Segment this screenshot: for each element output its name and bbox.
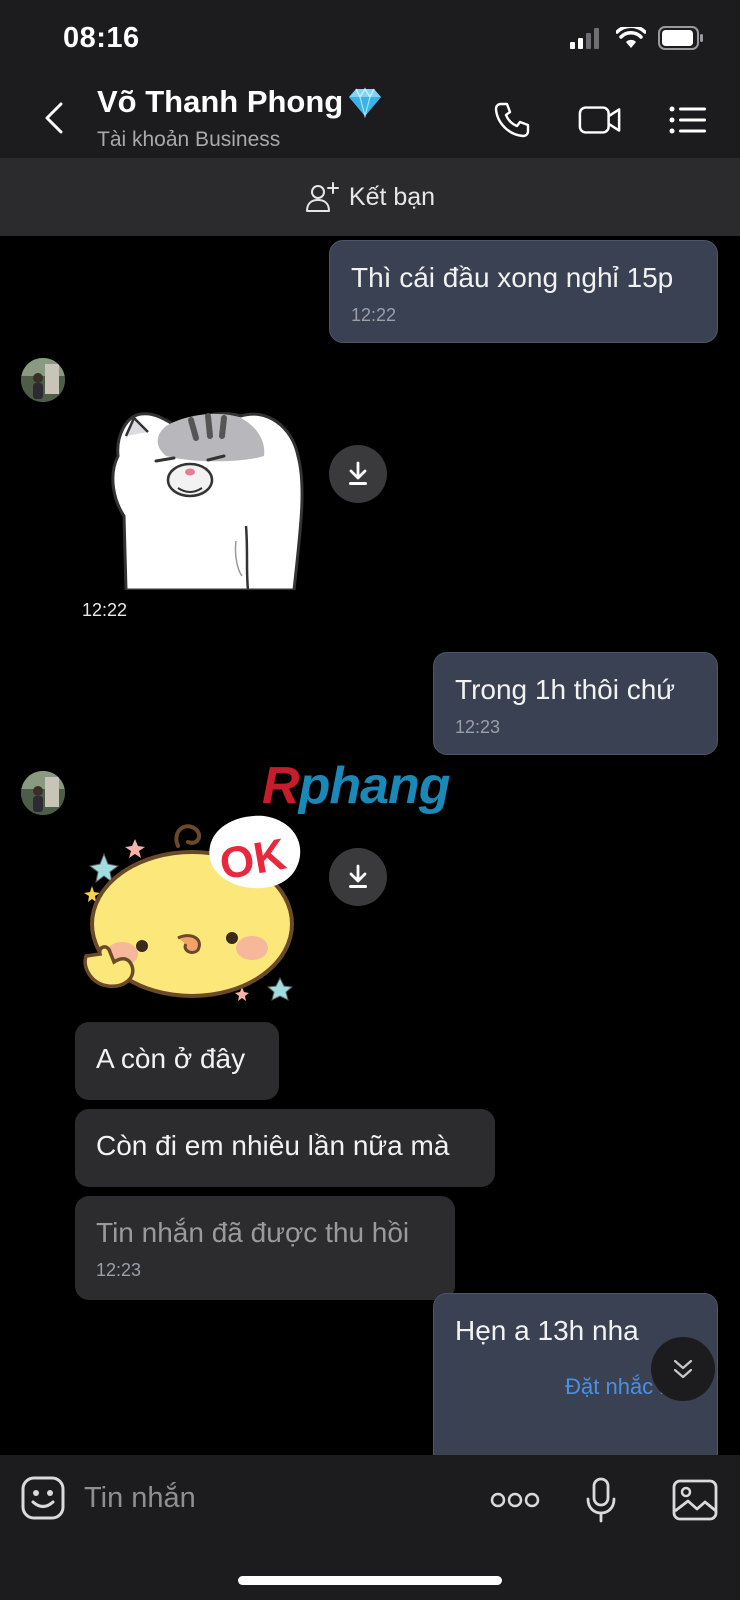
video-camera-icon [578, 106, 621, 134]
double-chevron-down-icon [673, 1359, 693, 1379]
diamond-icon [349, 87, 382, 118]
download-sticker-button[interactable] [329, 848, 387, 906]
message-list[interactable]: Thì cái đầu xong nghỉ 15p 12:22 12:22 Tr… [0, 236, 740, 1455]
message-text: A còn ở đây [96, 1043, 246, 1074]
message-input[interactable] [84, 1473, 464, 1523]
add-friend-label: Kết bạn [348, 182, 436, 211]
message-text: Trong 1h thôi chứ [455, 674, 676, 705]
contact-name: Võ Thanh Phong [97, 84, 344, 119]
send-image-button[interactable] [670, 1475, 720, 1525]
message-time: 12:23 [455, 717, 501, 737]
avatar-photo [21, 771, 65, 815]
message-text: Thì cái đầu xong nghỉ 15p [351, 262, 674, 293]
wifi-icon [616, 27, 646, 48]
contact-avatar[interactable] [21, 358, 65, 402]
message-text: Hẹn a 13h nha [455, 1315, 639, 1346]
status-icons [570, 26, 704, 50]
incoming-message[interactable]: A còn ở đây [75, 1022, 279, 1100]
battery-icon [658, 26, 703, 50]
more-options-button[interactable] [490, 1475, 540, 1525]
video-call-button[interactable] [578, 98, 622, 142]
more-horizontal-icon [490, 1492, 540, 1508]
message-input-bar [0, 1455, 740, 1600]
add-friend-icon [305, 182, 339, 212]
header-actions [490, 98, 710, 142]
message-text: Tin nhắn đã được thu hồi [96, 1217, 410, 1248]
chick-ok-sticker-image: OK [83, 815, 301, 1001]
download-icon [349, 461, 367, 485]
account-type-label: Tài khoản Business [97, 128, 281, 151]
chat-header: Võ Thanh Phong Tài khoản Business [0, 78, 740, 158]
voice-message-button[interactable] [576, 1475, 626, 1525]
outgoing-message[interactable]: Thì cái đầu xong nghỉ 15p 12:22 [329, 240, 718, 343]
cellular-signal-icon [570, 28, 599, 49]
recalled-message[interactable]: Tin nhắn đã được thu hồi 12:23 [75, 1196, 455, 1300]
message-text: Còn đi em nhiêu lần nữa mà [96, 1130, 450, 1161]
download-sticker-button[interactable] [329, 445, 387, 503]
emoji-sticker-button[interactable] [20, 1475, 66, 1521]
status-time: 08:16 [63, 22, 140, 54]
back-button[interactable] [36, 96, 72, 140]
cat-sticker-image [111, 412, 304, 590]
cat-sticker[interactable] [96, 406, 306, 590]
contact-avatar[interactable] [21, 771, 65, 815]
message-time: 12:22 [351, 305, 397, 325]
options-menu-button[interactable] [666, 98, 710, 142]
incoming-message[interactable]: Còn đi em nhiêu lần nữa mà [75, 1109, 495, 1187]
home-indicator[interactable] [238, 1576, 502, 1585]
outgoing-message[interactable]: Trong 1h thôi chứ 12:23 [433, 652, 718, 755]
emoji-icon [21, 1476, 65, 1520]
chick-ok-sticker[interactable]: OK [80, 806, 310, 1006]
scroll-to-bottom-button[interactable] [651, 1337, 715, 1401]
image-icon [672, 1479, 718, 1521]
phone-icon [494, 102, 530, 138]
chevron-left-icon [45, 102, 63, 134]
message-time: 12:23 [96, 1260, 142, 1280]
avatar-photo [21, 358, 65, 402]
add-friend-button[interactable]: Kết bạn [0, 158, 740, 236]
sticker-time: 12:22 [78, 598, 132, 623]
microphone-icon [586, 1477, 616, 1523]
download-icon [349, 864, 367, 888]
voice-call-button[interactable] [490, 98, 534, 142]
status-bar: 08:16 [0, 0, 740, 78]
list-menu-icon [669, 106, 706, 134]
contact-name-row[interactable]: Võ Thanh Phong [97, 84, 383, 120]
